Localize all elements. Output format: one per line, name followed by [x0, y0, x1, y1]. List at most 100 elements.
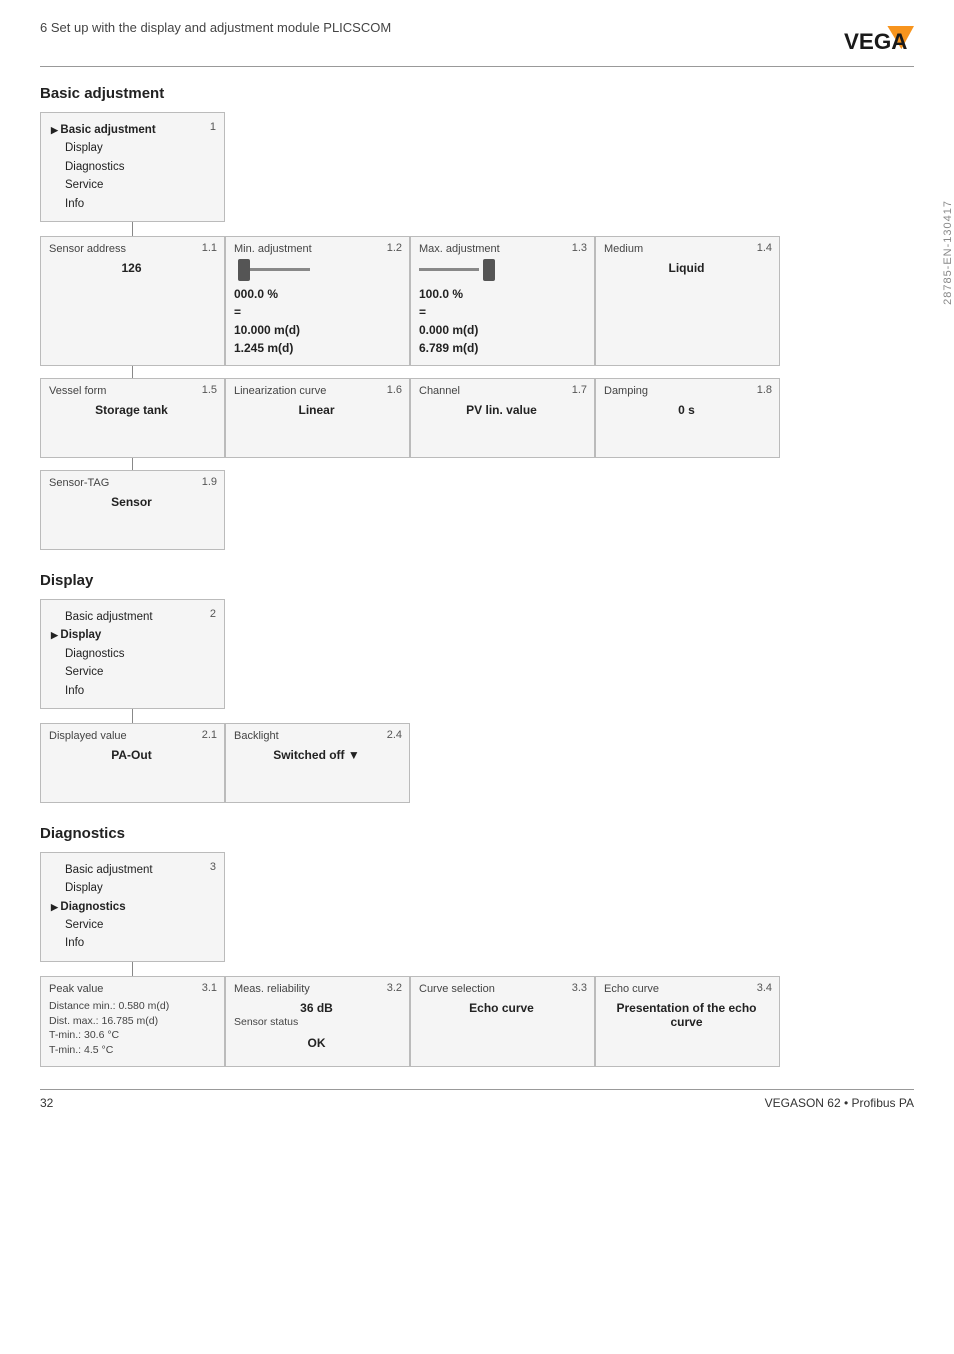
param-box[interactable]: 1.8Damping0 s — [595, 378, 780, 458]
param-value-line: 0.000 m(d) — [419, 321, 584, 339]
param-rows-wrapper: 2.1Displayed valuePA-Out 2.4Backlight Swit… — [40, 723, 914, 803]
menu-item[interactable]: Display — [51, 879, 214, 897]
row-connector — [132, 458, 133, 470]
param-number: 2.4 — [387, 729, 402, 741]
svg-text:VEGA: VEGA — [844, 29, 907, 54]
row-connector — [132, 366, 133, 378]
param-label: Curve selection — [419, 983, 584, 995]
menu-item[interactable]: Info — [51, 682, 214, 700]
param-value: 126 — [49, 261, 214, 275]
param-box[interactable]: 1.4MediumLiquid — [595, 236, 780, 366]
param-value-line: 6.789 m(d) — [419, 339, 584, 357]
param-value: 36 dB — [234, 1001, 399, 1015]
menu-item[interactable]: Info — [51, 934, 214, 952]
navigation-menu: 2Basic adjustmentDisplayDiagnosticsServi… — [40, 599, 225, 709]
menu-item[interactable]: Basic adjustment — [51, 608, 214, 626]
param-label: Peak value — [49, 983, 214, 995]
param-box[interactable]: 1.9Sensor-TAGSensor — [40, 470, 225, 550]
vega-logo: VEGA — [844, 20, 914, 60]
page-footer: 32 VEGASON 62 • Profibus PA — [40, 1089, 914, 1110]
param-row: 2.1Displayed valuePA-Out 2.4Backlight Swit… — [40, 723, 914, 803]
param-rows-wrapper: 3.1Peak valueDistance min.: 0.580 m(d)Di… — [40, 976, 914, 1067]
param-value-multi: 100.0 %=0.000 m(d)6.789 m(d) — [419, 285, 584, 357]
param-box[interactable]: 2.1Displayed valuePA-Out — [40, 723, 225, 803]
param-value-line: 100.0 % — [419, 285, 584, 303]
param-value: PA-Out — [49, 748, 214, 762]
param-label: Medium — [604, 243, 769, 255]
param-label: Echo curve — [604, 983, 769, 995]
menu-item[interactable]: Basic adjustment — [51, 121, 214, 139]
param-box[interactable]: 3.4Echo curvePresentation of the echo cu… — [595, 976, 780, 1067]
param-value-line: = — [234, 303, 399, 321]
param-box[interactable]: 3.3Curve selectionEcho curve — [410, 976, 595, 1067]
param-number: 1.5 — [202, 384, 217, 396]
section-title-diagnostics: Diagnostics — [40, 825, 914, 842]
param-label: Channel — [419, 385, 584, 397]
menu-item[interactable]: Display — [51, 139, 214, 157]
slider-track[interactable] — [234, 259, 399, 281]
slider-track[interactable] — [419, 259, 584, 281]
param-box[interactable]: 3.2Meas. reliability36 dBSensor statusOK — [225, 976, 410, 1067]
param-label: Vessel form — [49, 385, 214, 397]
menu-item[interactable]: Diagnostics — [51, 898, 214, 916]
param-number: 2.1 — [202, 729, 217, 741]
param-box[interactable]: 1.7ChannelPV lin. value — [410, 378, 595, 458]
param-number: 3.4 — [757, 982, 772, 994]
menu-item[interactable]: Display — [51, 626, 214, 644]
chapter-title: 6 Set up with the display and adjustment… — [40, 20, 391, 35]
param-label: Max. adjustment — [419, 243, 584, 255]
document-id: 28785-EN-130417 — [942, 200, 954, 305]
menu-item[interactable]: Service — [51, 663, 214, 681]
menu-column: 2Basic adjustmentDisplayDiagnosticsServi… — [40, 599, 225, 723]
param-box[interactable]: 1.6Linearization curveLinear — [225, 378, 410, 458]
param-sub-label: Sensor status — [234, 1015, 399, 1030]
product-name: VEGASON 62 • Profibus PA — [765, 1096, 914, 1110]
param-label: Backlight — [234, 730, 399, 742]
param-number: 3.2 — [387, 982, 402, 994]
menu-item[interactable]: Basic adjustment — [51, 861, 214, 879]
section-display: Display2Basic adjustmentDisplayDiagnosti… — [40, 572, 914, 803]
param-value-multi: 000.0 %=10.000 m(d)1.245 m(d) — [234, 285, 399, 357]
navigation-menu: 3Basic adjustmentDisplayDiagnosticsServi… — [40, 852, 225, 962]
param-sub-value: OK — [234, 1036, 399, 1050]
page-header: 6 Set up with the display and adjustment… — [40, 20, 914, 67]
param-box[interactable]: 1.5Vessel form Storage tank — [40, 378, 225, 458]
param-label: Min. adjustment — [234, 243, 399, 255]
menu-number: 3 — [210, 859, 216, 877]
menu-column: 3Basic adjustmentDisplayDiagnosticsServi… — [40, 852, 225, 976]
param-box[interactable]: 1.3Max. adjustment100.0 %=0.000 m(d)6.78… — [410, 236, 595, 366]
menu-item[interactable]: Diagnostics — [51, 158, 214, 176]
menu-item[interactable]: Service — [51, 176, 214, 194]
menu-number: 1 — [210, 119, 216, 137]
param-number: 1.1 — [202, 242, 217, 254]
menu-item[interactable]: Info — [51, 195, 214, 213]
param-row: 1.9Sensor-TAGSensor — [40, 470, 914, 550]
menu-column: 1Basic adjustmentDisplayDiagnosticsServi… — [40, 112, 225, 236]
navigation-menu: 1Basic adjustmentDisplayDiagnosticsServi… — [40, 112, 225, 222]
param-box[interactable]: 1.2Min. adjustment000.0 %=10.000 m(d)1.2… — [225, 236, 410, 366]
param-row: 1.1Sensor address1261.2Min. adjustment00… — [40, 236, 914, 366]
param-number: 1.6 — [387, 384, 402, 396]
param-value: 0 s — [604, 403, 769, 417]
param-number: 3.1 — [202, 982, 217, 994]
menu-item[interactable]: Diagnostics — [51, 645, 214, 663]
param-box[interactable]: 2.4Backlight Switched off ▼ — [225, 723, 410, 803]
param-row: 1.5Vessel form Storage tank 1.6Linearizati… — [40, 378, 914, 458]
param-value: Switched off ▼ — [234, 748, 399, 762]
param-box[interactable]: 1.1Sensor address126 — [40, 236, 225, 366]
param-rows-wrapper: 1.1Sensor address1261.2Min. adjustment00… — [40, 236, 914, 550]
page-number: 32 — [40, 1096, 53, 1110]
menu-item[interactable]: Service — [51, 916, 214, 934]
param-value: Liquid — [604, 261, 769, 275]
param-number: 1.8 — [757, 384, 772, 396]
param-value: Storage tank — [49, 403, 214, 417]
menu-connector-line — [132, 962, 133, 976]
section-title-basic-adjustment: Basic adjustment — [40, 85, 914, 102]
section-diagnostics: Diagnostics3Basic adjustmentDisplayDiagn… — [40, 825, 914, 1067]
param-box[interactable]: 3.1Peak valueDistance min.: 0.580 m(d)Di… — [40, 976, 225, 1067]
menu-connector-line — [132, 222, 133, 236]
menu-and-params-row: 3Basic adjustmentDisplayDiagnosticsServi… — [40, 852, 914, 976]
param-value: Echo curve — [419, 1001, 584, 1015]
param-value: PV lin. value — [419, 403, 584, 417]
menu-and-params-row: 2Basic adjustmentDisplayDiagnosticsServi… — [40, 599, 914, 723]
